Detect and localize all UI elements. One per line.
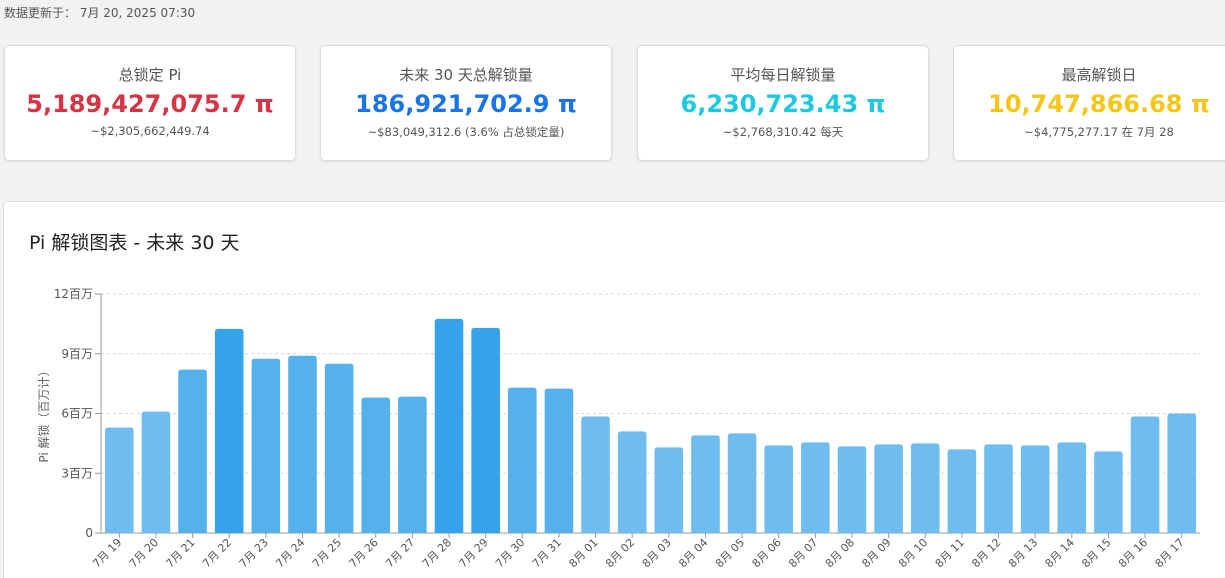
bar	[141, 411, 171, 533]
x-tick-label: 8月 15	[1079, 536, 1113, 570]
x-tick-label: 7月 28	[420, 536, 454, 570]
x-tick-label: 7月 19	[90, 536, 124, 570]
bar	[984, 444, 1013, 533]
x-tick-label: 7月 27	[383, 536, 417, 570]
bar	[581, 416, 610, 533]
x-tick-label: 8月 10	[896, 536, 930, 570]
bar	[910, 443, 940, 533]
bar	[251, 358, 281, 533]
x-tick-label: 7月 21	[163, 536, 197, 570]
bar	[1167, 413, 1196, 533]
x-tick-label: 8月 05	[713, 536, 747, 570]
bar	[617, 431, 647, 533]
y-axis-label: Pi 解锁（百万计）	[36, 364, 51, 462]
x-tick-label: 7月 22	[200, 536, 234, 570]
bar	[874, 444, 903, 533]
x-tick-label: 8月 03	[640, 536, 674, 570]
x-tick-label: 7月 26	[347, 536, 381, 570]
bar	[764, 445, 794, 533]
bar	[178, 369, 207, 533]
bar	[214, 328, 244, 533]
x-tick-label: 7月 31	[530, 536, 564, 570]
bar	[471, 327, 500, 533]
bar	[544, 388, 574, 533]
y-tick-label: 12百万	[54, 287, 93, 301]
bar	[324, 363, 354, 533]
y-tick-label: 0	[85, 526, 93, 540]
x-tick-label: 8月 17	[1153, 536, 1187, 570]
x-tick-label: 8月 14	[1043, 536, 1077, 570]
x-tick-label: 8月 06	[750, 536, 784, 570]
bar	[105, 427, 134, 533]
y-tick-label: 3百万	[61, 466, 93, 480]
bar	[1130, 416, 1160, 533]
x-tick-label: 8月 01	[566, 536, 600, 570]
bar	[1057, 442, 1087, 533]
x-tick-label: 8月 16	[1116, 536, 1150, 570]
bar	[691, 435, 720, 533]
x-tick-label: 7月 29	[456, 536, 490, 570]
x-tick-label: 7月 25	[310, 536, 344, 570]
bar	[1020, 445, 1050, 533]
x-tick-label: 7月 24	[273, 536, 307, 570]
bar	[288, 355, 317, 533]
x-tick-label: 8月 13	[1006, 536, 1040, 570]
bar	[947, 449, 977, 533]
x-tick-label: 8月 07	[786, 536, 820, 570]
x-tick-label: 8月 11	[933, 536, 967, 570]
bar	[837, 446, 867, 533]
bar	[507, 387, 537, 533]
x-tick-label: 8月 02	[603, 536, 637, 570]
bar	[654, 447, 684, 533]
bar	[1094, 451, 1123, 533]
x-tick-label: 8月 12	[969, 536, 1003, 570]
bar	[801, 442, 830, 533]
y-tick-label: 9百万	[61, 347, 93, 361]
bar	[434, 318, 464, 533]
x-tick-label: 8月 04	[676, 536, 710, 570]
unlock-bar-chart: 03百万6百万9百万12百万Pi 解锁（百万计）7月 19 7月 20 7月 21 7…	[36, 287, 1200, 570]
bar	[727, 433, 757, 533]
x-tick-label: 7月 30	[493, 536, 527, 570]
x-tick-label: 7月 20	[127, 536, 161, 570]
bar	[361, 397, 391, 533]
x-tick-label: 7月 23	[237, 536, 271, 570]
x-tick-label: 8月 08	[823, 536, 857, 570]
y-tick-label: 6百万	[61, 407, 93, 421]
bar	[398, 396, 427, 533]
x-tick-label: 8月 09	[859, 536, 893, 570]
